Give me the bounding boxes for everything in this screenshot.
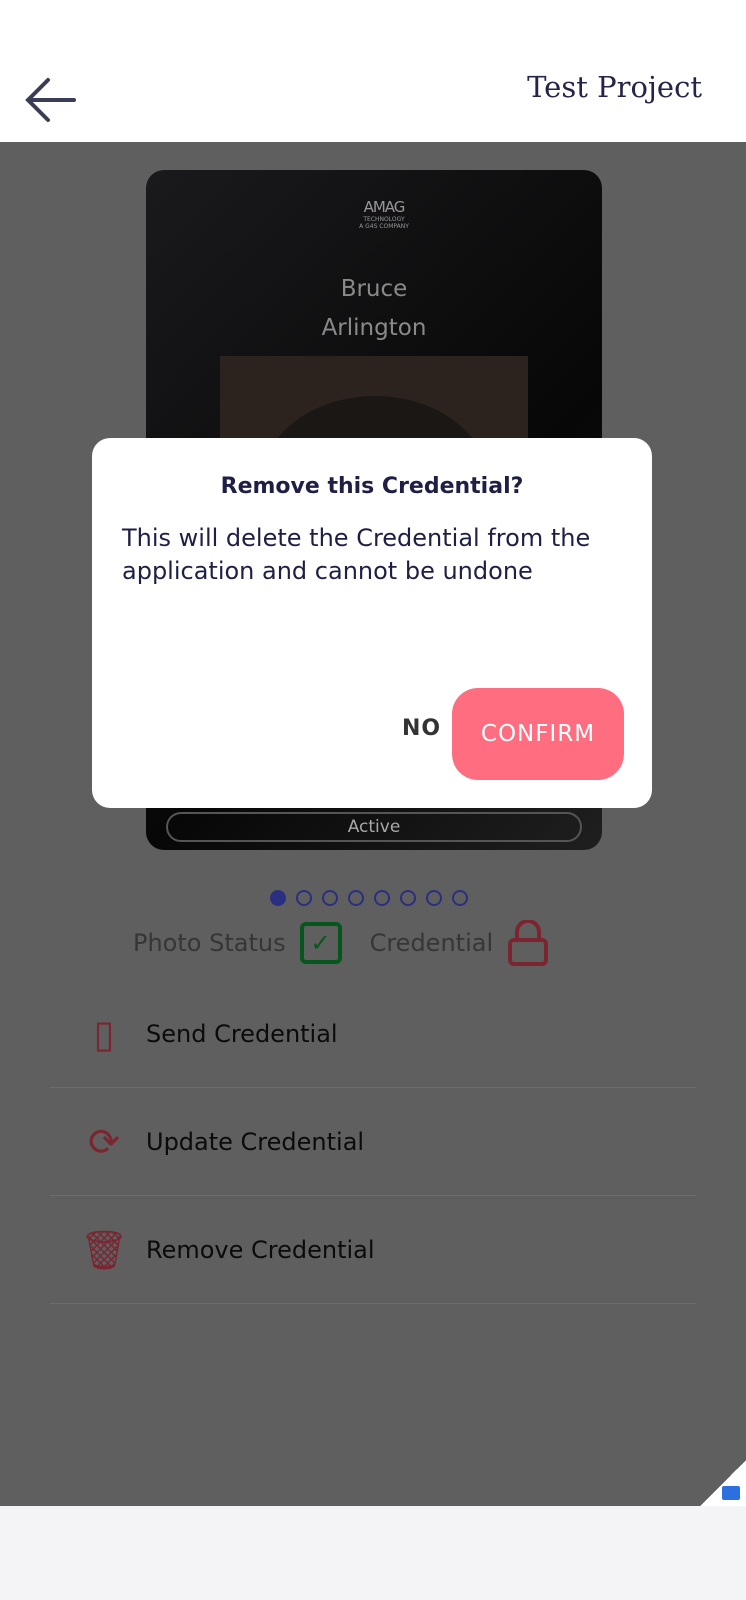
briefcase-icon (722, 1486, 740, 1500)
page-dot[interactable] (400, 890, 416, 906)
credential-label: Credential (369, 929, 494, 957)
arrow-left-icon[interactable] (22, 72, 80, 128)
page-dot[interactable] (426, 890, 442, 906)
dialog-title: Remove this Credential? (220, 474, 524, 499)
photo-status-label: Photo Status (133, 929, 286, 957)
page-title: Test Project (527, 70, 702, 104)
page-dot[interactable] (348, 890, 364, 906)
page-dot[interactable] (374, 890, 390, 906)
trash-icon: 🗑 (79, 1227, 129, 1272)
confirm-button[interactable]: CONFIRM (452, 688, 624, 780)
no-button[interactable]: NO (402, 716, 441, 741)
remove-credential-item[interactable]: 🗑 Remove Credential (50, 1196, 696, 1304)
update-credential-item[interactable]: ⟳ Update Credential (50, 1088, 696, 1196)
page-indicator (270, 890, 468, 906)
status-row: Photo Status ✓ Credential (133, 920, 549, 966)
bottom-bar (0, 1506, 746, 1600)
app-header: Test Project (0, 0, 746, 142)
lock-icon (508, 920, 549, 966)
refresh-icon: ⟳ (88, 1119, 120, 1164)
page-dot[interactable] (322, 890, 338, 906)
status-badge: Active (166, 812, 582, 842)
cardholder-name: Bruce Arlington (321, 276, 427, 341)
photo-check-icon: ✓ (299, 922, 342, 964)
page-dot[interactable] (452, 890, 468, 906)
card-hand-icon: ▯ (93, 1011, 115, 1056)
page-dot[interactable] (296, 890, 312, 906)
confirm-dialog: Remove this Credential? This will delete… (92, 438, 652, 808)
send-credential-item[interactable]: ▯ Send Credential (50, 980, 696, 1088)
page-dot[interactable] (270, 890, 286, 906)
company-logo: AMAG TECHNOLOGY A G4S COMPANY (359, 198, 409, 230)
dialog-message: This will delete the Credential from the… (122, 524, 591, 585)
